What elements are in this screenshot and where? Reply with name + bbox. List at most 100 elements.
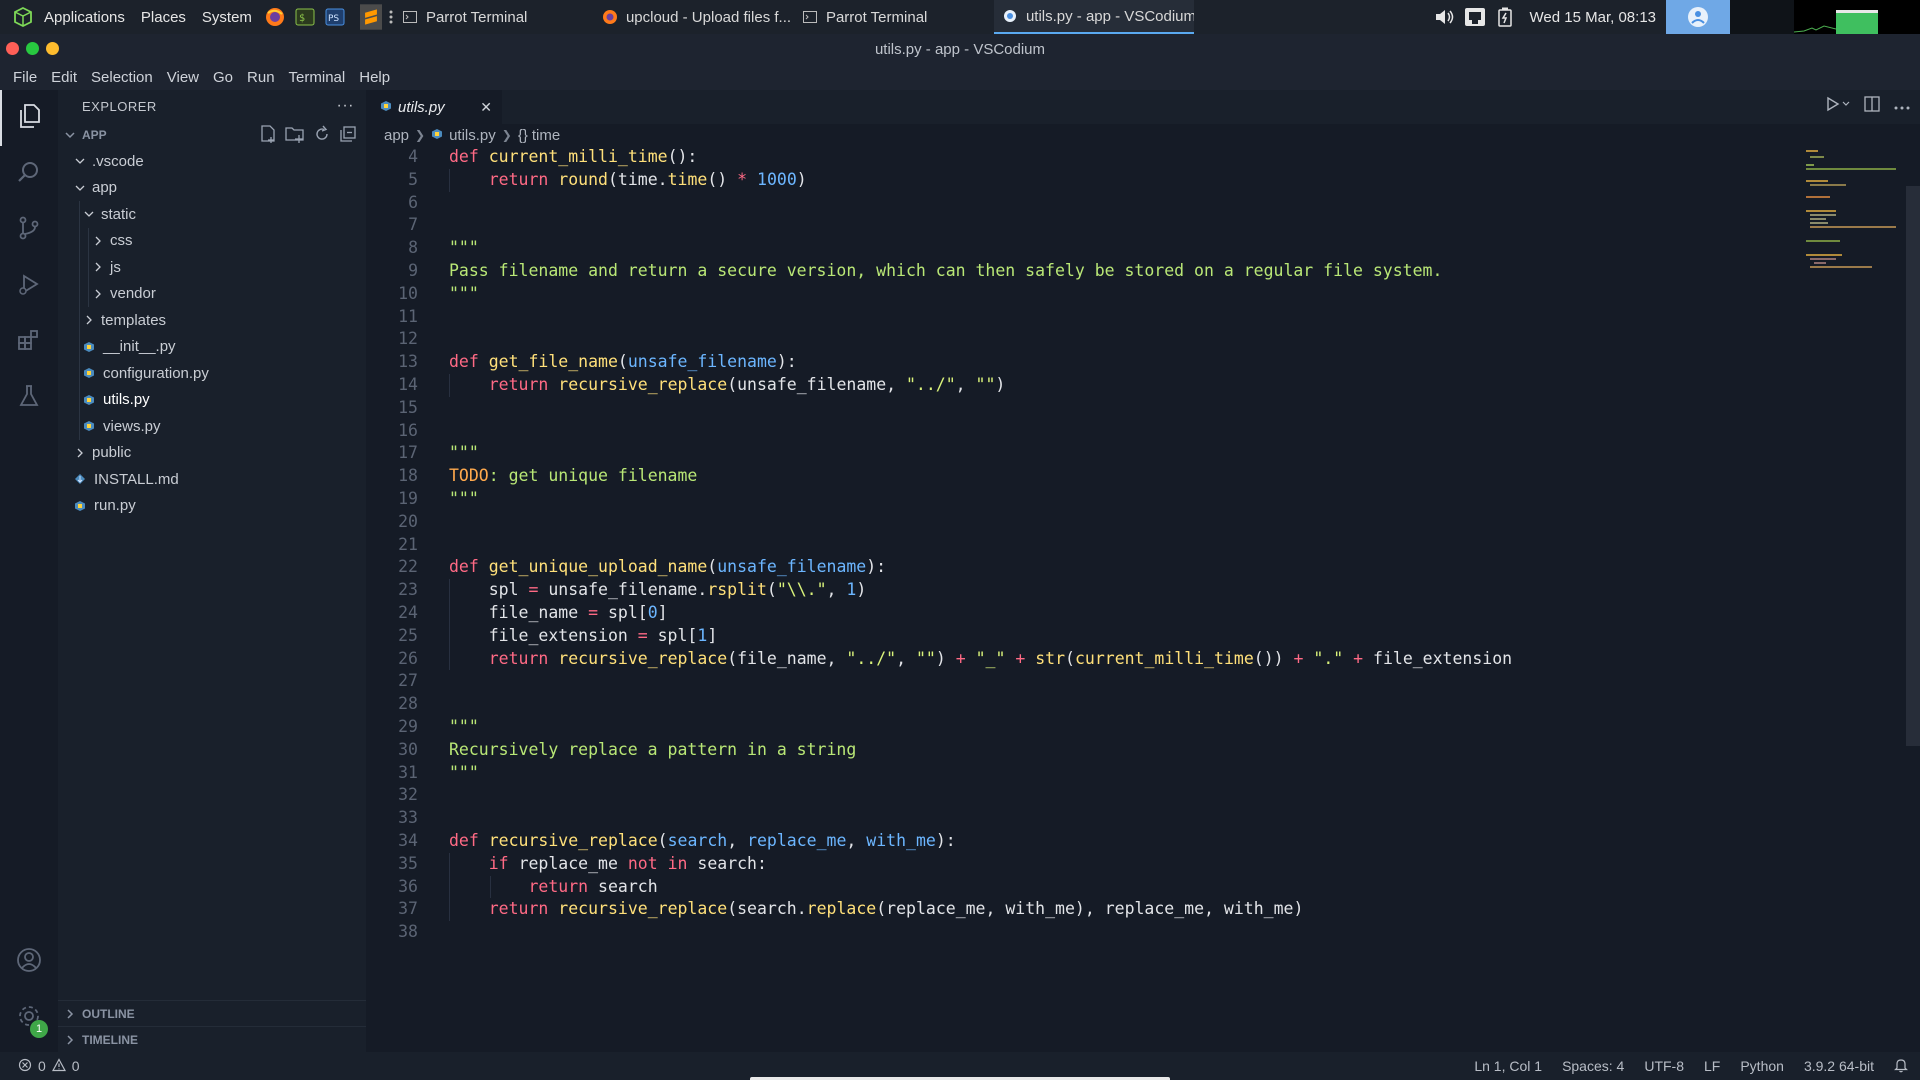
tree-file-item[interactable]: views.py — [58, 413, 366, 440]
menu-run[interactable]: Run — [240, 69, 282, 86]
problems-status[interactable]: 0 0 — [0, 1057, 80, 1075]
menu-edit[interactable]: Edit — [44, 69, 84, 86]
line-number: 37 — [398, 899, 418, 919]
run-python-file-icon[interactable] — [1826, 96, 1850, 117]
manage-activity[interactable] — [0, 990, 58, 1046]
taskbar-item-label: Parrot Terminal — [825, 8, 928, 26]
firefox-launcher-icon[interactable] — [264, 6, 286, 28]
cursor-position-status[interactable]: Ln 1, Col 1 — [1474, 1058, 1542, 1074]
chevron-right-icon — [64, 1008, 76, 1020]
menu-go[interactable]: Go — [206, 69, 240, 86]
system-menu[interactable]: System — [194, 0, 260, 34]
split-editor-icon[interactable] — [1864, 96, 1880, 117]
encoding-status[interactable]: UTF-8 — [1644, 1058, 1684, 1074]
tree-folder-item[interactable]: vendor — [58, 280, 366, 307]
places-menu[interactable]: Places — [133, 0, 194, 34]
code-line: 29 """ — [366, 716, 1866, 739]
maximize-window-button[interactable] — [46, 42, 59, 55]
language-mode-status[interactable]: Python — [1740, 1058, 1784, 1074]
code-text: def get_unique_upload_name(unsafe_filena… — [449, 556, 886, 579]
tree-file-item[interactable]: __init__.py — [58, 333, 366, 360]
editor-scrollbar[interactable] — [1906, 186, 1920, 746]
line-number: 28 — [398, 694, 418, 714]
close-window-button[interactable] — [6, 42, 19, 55]
applications-menu[interactable]: Applications — [0, 0, 133, 34]
code-line: 23 spl = unsafe_filename.rsplit("\\.", 1… — [366, 579, 1866, 602]
code-token: """ — [449, 717, 479, 736]
code-token: 1000 — [757, 169, 797, 189]
tree-folder-item[interactable]: .vscode — [58, 148, 366, 175]
collapse-all-icon[interactable] — [338, 124, 358, 147]
tree-file-item[interactable]: utils.py — [58, 386, 366, 413]
eol-status[interactable]: LF — [1704, 1058, 1720, 1074]
python-file-icon — [83, 394, 95, 406]
user-switcher-icon[interactable] — [1666, 0, 1730, 34]
taskbar-item-parrot-terminal-2[interactable]: Parrot Terminal — [794, 0, 994, 34]
network-icon[interactable] — [1464, 6, 1486, 28]
system-menu-label: System — [201, 8, 252, 26]
tree-folder-item[interactable]: css — [58, 227, 366, 254]
code-text: return round(time.time() * 1000) — [449, 169, 807, 192]
minimap[interactable] — [1806, 150, 1906, 290]
tree-folder-item[interactable]: app — [58, 175, 366, 202]
tree-folder-item[interactable]: public — [58, 440, 366, 467]
notifications-bell-icon[interactable] — [1894, 1057, 1908, 1076]
volume-icon[interactable] — [1434, 6, 1456, 28]
code-text: """ — [449, 283, 479, 306]
outline-section-header[interactable]: OUTLINE — [58, 1000, 366, 1026]
explorer-activity[interactable] — [0, 90, 58, 146]
menu-view[interactable]: View — [160, 69, 206, 86]
workspace-folder-header[interactable]: APP — [58, 122, 366, 148]
tree-file-item[interactable]: run.py — [58, 493, 366, 520]
battery-icon[interactable] — [1494, 6, 1516, 28]
close-tab-button[interactable]: ✕ — [480, 99, 492, 116]
more-actions-icon[interactable] — [1894, 98, 1910, 116]
search-activity[interactable] — [0, 146, 58, 202]
terminal-launcher-icon[interactable]: $ — [294, 6, 316, 28]
code-token: ): — [935, 831, 956, 850]
tree-folder-item[interactable]: js — [58, 254, 366, 281]
tree-folder-item[interactable]: static — [58, 201, 366, 228]
refresh-icon[interactable] — [312, 124, 332, 147]
sublime-launcher-icon[interactable] — [359, 4, 382, 30]
code-line: 30 Recursively replace a pattern in a str… — [366, 739, 1866, 762]
taskbar-item-vscodium[interactable]: utils.py - app - VSCodium — [993, 0, 1194, 34]
tree-folder-item[interactable]: templates — [58, 307, 366, 334]
new-file-icon[interactable] — [258, 124, 278, 147]
new-folder-icon[interactable] — [284, 124, 306, 147]
chevron-right-icon — [64, 1034, 76, 1046]
breadcrumb-file[interactable]: utils.py — [449, 127, 496, 144]
menu-terminal[interactable]: Terminal — [282, 69, 353, 86]
tree-item-label: public — [92, 444, 132, 462]
powershell-launcher-icon[interactable]: PS — [324, 6, 346, 28]
code-editor[interactable]: 4 def current_milli_time(): 5 return round… — [366, 146, 1920, 1052]
code-token: ] — [707, 625, 718, 645]
timeline-section-header[interactable]: TIMELINE — [58, 1026, 366, 1052]
menu-help[interactable]: Help — [352, 69, 397, 86]
indentation-status[interactable]: Spaces: 4 — [1562, 1058, 1624, 1074]
window-titlebar[interactable]: utils.py - app - VSCodium — [0, 34, 1920, 64]
python-interpreter-status[interactable]: 3.9.2 64-bit — [1804, 1058, 1874, 1074]
taskbar-item-firefox-upcloud[interactable]: upcloud - Upload files f... — [594, 0, 794, 34]
code-line: 9 Pass filename and return a secure versi… — [366, 260, 1866, 283]
testing-activity[interactable] — [0, 370, 58, 426]
tree-file-item[interactable]: configuration.py — [58, 360, 366, 387]
minimize-window-button[interactable] — [26, 42, 39, 55]
source-control-activity[interactable] — [0, 202, 58, 258]
accounts-activity[interactable] — [0, 934, 58, 990]
code-token: , — [896, 648, 916, 668]
explorer-more-actions-button[interactable]: ··· — [337, 97, 354, 115]
breadcrumb-symbol[interactable]: time — [532, 127, 560, 144]
run-debug-activity[interactable] — [0, 258, 58, 314]
clock[interactable]: Wed 15 Mar, 08:13 — [1530, 9, 1656, 26]
workspace-switcher[interactable] — [1730, 0, 1794, 34]
taskbar-item-parrot-terminal-1[interactable]: Parrot Terminal — [394, 0, 594, 34]
menu-file[interactable]: File — [6, 69, 44, 86]
menu-selection[interactable]: Selection — [84, 69, 160, 86]
tab-utils-py[interactable]: utils.py ✕ — [366, 90, 502, 124]
code-token: (unsafe_filename, — [727, 375, 906, 394]
tree-file-item[interactable]: INSTALL.md — [58, 466, 366, 493]
extensions-activity[interactable] — [0, 314, 58, 370]
breadcrumb-folder[interactable]: app — [384, 127, 409, 144]
